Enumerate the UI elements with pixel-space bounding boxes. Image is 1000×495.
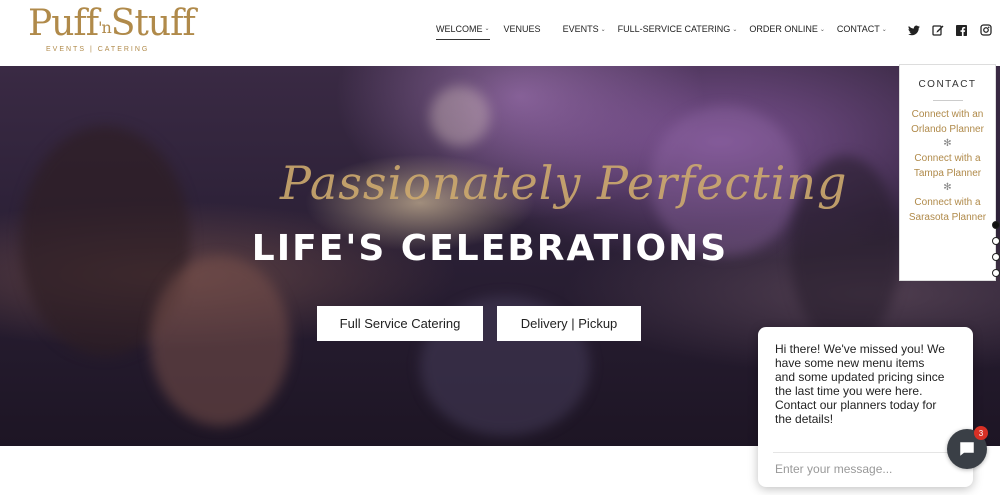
chevron-down-icon: ⌄ bbox=[600, 26, 606, 33]
divider bbox=[932, 100, 963, 101]
slide-dot-4[interactable] bbox=[992, 269, 1000, 277]
nav-label: FULL-SERVICE CATERING bbox=[617, 24, 731, 34]
logo-text-n: 'n bbox=[98, 18, 112, 37]
delivery-pickup-button[interactable]: Delivery | Pickup bbox=[497, 306, 641, 341]
orlando-planner-link[interactable]: Connect with an Orlando Planner bbox=[900, 107, 995, 137]
chat-bubble-icon bbox=[960, 442, 974, 456]
twitter-icon[interactable] bbox=[907, 23, 921, 37]
chevron-down-icon: ⌄ bbox=[819, 26, 825, 33]
edit-icon[interactable] bbox=[931, 23, 945, 37]
contact-sidebar-title: CONTACT bbox=[918, 79, 977, 90]
slide-pagination bbox=[992, 221, 1000, 285]
hero-title: LIFE'S CELEBRATIONS bbox=[251, 228, 729, 269]
social-links bbox=[897, 23, 993, 37]
hero-photo-blur bbox=[430, 86, 490, 146]
main-nav: WELCOME ⌄ VENUES EVENTS ⌄ FULL-SERVICE CAT… bbox=[436, 20, 993, 40]
nav-item-contact[interactable]: CONTACT ⌄ bbox=[837, 20, 887, 40]
nav-label: EVENTS bbox=[562, 24, 599, 34]
nav-label: CONTACT bbox=[836, 24, 880, 34]
sarasota-planner-link[interactable]: Connect with a Sarasota Planner bbox=[900, 195, 995, 225]
nav-label: WELCOME bbox=[436, 23, 483, 34]
logo-subtitle: EVENTS | CATERING bbox=[46, 46, 150, 53]
nav-item-events[interactable]: EVENTS ⌄ bbox=[563, 20, 606, 40]
notification-badge: 3 bbox=[974, 426, 988, 440]
chat-popup: Hi there! We've missed you! We have some… bbox=[758, 327, 973, 487]
asterisk-icon: ✻ bbox=[943, 182, 952, 193]
nav-item-venues[interactable]: VENUES bbox=[504, 20, 541, 40]
hero-script-heading: Passionately Perfecting bbox=[280, 156, 848, 210]
slide-dot-1[interactable] bbox=[992, 221, 1000, 229]
nav-item-full-service-catering[interactable]: FULL-SERVICE CATERING ⌄ bbox=[618, 20, 738, 40]
hero-photo-blur bbox=[150, 256, 290, 426]
slide-dot-3[interactable] bbox=[992, 253, 1000, 261]
puff-n-stuff-logo[interactable]: Puff'nStuff EVENTS | CATERING bbox=[28, 3, 196, 58]
nav-item-order-online[interactable]: ORDER ONLINE ⌄ bbox=[749, 20, 825, 40]
contact-sidebar: CONTACT Connect with an Orlando Planner … bbox=[899, 64, 996, 281]
chevron-down-icon: ⌄ bbox=[732, 26, 738, 33]
full-service-catering-button[interactable]: Full Service Catering bbox=[317, 306, 483, 341]
asterisk-icon: ✻ bbox=[943, 138, 952, 149]
site-header: Puff'nStuff EVENTS | CATERING WELCOME ⌄ V… bbox=[0, 0, 1000, 66]
divider bbox=[773, 452, 958, 453]
slide-dot-2[interactable] bbox=[992, 237, 1000, 245]
instagram-icon[interactable] bbox=[979, 23, 993, 37]
chat-message: Hi there! We've missed you! We have some… bbox=[775, 342, 945, 426]
chat-message-input[interactable]: Enter your message... bbox=[775, 462, 892, 476]
tampa-planner-link[interactable]: Connect with a Tampa Planner bbox=[900, 151, 995, 181]
nav-item-welcome[interactable]: WELCOME ⌄ bbox=[436, 20, 490, 40]
chevron-down-icon: ⌄ bbox=[881, 26, 887, 33]
nav-label: ORDER ONLINE bbox=[749, 24, 818, 34]
logo-text-stuff: Stuff bbox=[110, 3, 196, 44]
nav-label: VENUES bbox=[503, 24, 541, 34]
logo-text-puff: Puff bbox=[28, 3, 99, 44]
chevron-down-icon: ⌄ bbox=[484, 26, 490, 32]
facebook-icon[interactable] bbox=[955, 23, 969, 37]
